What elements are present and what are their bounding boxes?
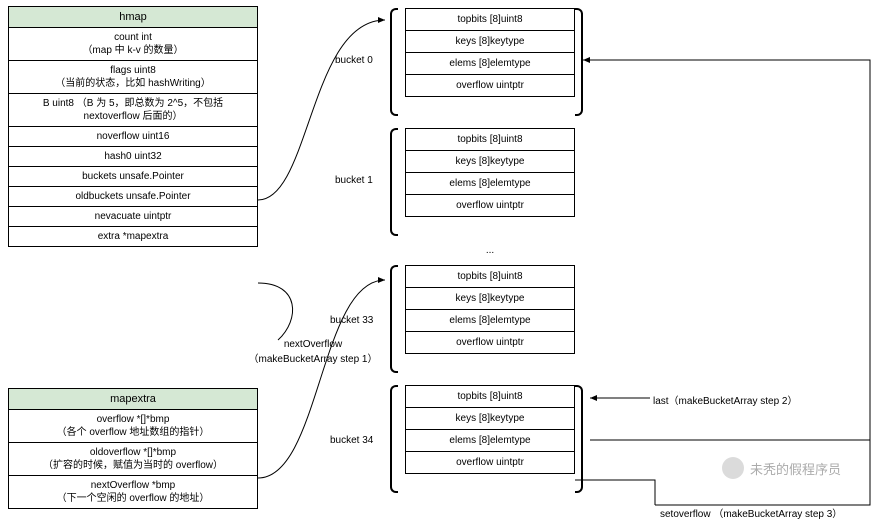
watermark: 未秃的假程序员	[722, 457, 841, 479]
hmap-row-b: B uint8 （B 为 5，即总数为 2^5，不包括 nextoverflow…	[9, 94, 257, 127]
b33-keys: keys [8]keytype	[405, 287, 575, 310]
hmap-row-hash0: hash0 uint32	[9, 147, 257, 167]
hmap-row-oldbuckets: oldbuckets unsafe.Pointer	[9, 187, 257, 207]
b1-keys: keys [8]keytype	[405, 150, 575, 173]
bucket-0: topbits [8]uint8 keys [8]keytype elems […	[405, 8, 575, 97]
hmap-struct: hmap count int（map 中 k-v 的数量） flags uint…	[8, 6, 258, 247]
b33-elems: elems [8]elemtype	[405, 309, 575, 332]
hmap-title: hmap	[9, 7, 257, 28]
watermark-icon	[722, 457, 744, 479]
b34-topbits: topbits [8]uint8	[405, 385, 575, 408]
mapextra-title: mapextra	[9, 389, 257, 410]
hmap-row-noverflow: noverflow uint16	[9, 127, 257, 147]
annotation-setoverflow: setoverflow （makeBucketArray step 3）	[660, 505, 842, 520]
watermark-text: 未秃的假程序员	[750, 459, 841, 478]
bracket-b34-r	[575, 385, 583, 493]
bracket-b0	[390, 8, 398, 116]
bucket-1-label: bucket 1	[335, 175, 373, 186]
b1-elems: elems [8]elemtype	[405, 172, 575, 195]
bucket-33-label: bucket 33	[330, 315, 373, 326]
dots: ...	[480, 245, 500, 256]
bucket-0-label: bucket 0	[335, 55, 373, 66]
bucket-34-label: bucket 34	[330, 435, 373, 446]
bucket-1: topbits [8]uint8 keys [8]keytype elems […	[405, 128, 575, 217]
hmap-row-buckets: buckets unsafe.Pointer	[9, 167, 257, 187]
bucket-33: topbits [8]uint8 keys [8]keytype elems […	[405, 265, 575, 354]
b33-overflow: overflow uintptr	[405, 331, 575, 354]
hmap-row-flags: flags uint8（当前的状态，比如 hashWriting）	[9, 61, 257, 94]
mapextra-row-oldoverflow: oldoverflow *[]*bmp（扩容的时候，赋值为当时的 overflo…	[9, 443, 257, 476]
bracket-b0-r	[575, 8, 583, 116]
b1-overflow: overflow uintptr	[405, 194, 575, 217]
b33-topbits: topbits [8]uint8	[405, 265, 575, 288]
hmap-row-count: count int（map 中 k-v 的数量）	[9, 28, 257, 61]
bucket-34: topbits [8]uint8 keys [8]keytype elems […	[405, 385, 575, 474]
hmap-row-nevacuate: nevacuate uintptr	[9, 207, 257, 227]
annotation-last: last（makeBucketArray step 2）	[653, 392, 798, 407]
mapextra-row-overflow: overflow *[]*bmp（各个 overflow 地址数组的指针）	[9, 410, 257, 443]
hmap-row-extra: extra *mapextra	[9, 227, 257, 246]
mapextra-row-nextoverflow: nextOverflow *bmp（下一个空闲的 overflow 的地址）	[9, 476, 257, 508]
b0-elems: elems [8]elemtype	[405, 52, 575, 75]
b0-overflow: overflow uintptr	[405, 74, 575, 97]
b0-keys: keys [8]keytype	[405, 30, 575, 53]
bracket-b1	[390, 128, 398, 236]
bracket-b34	[390, 385, 398, 493]
mapextra-struct: mapextra overflow *[]*bmp（各个 overflow 地址…	[8, 388, 258, 509]
b34-elems: elems [8]elemtype	[405, 429, 575, 452]
b34-overflow: overflow uintptr	[405, 451, 575, 474]
b0-topbits: topbits [8]uint8	[405, 8, 575, 31]
b1-topbits: topbits [8]uint8	[405, 128, 575, 151]
annotation-nextoverflow: nextOverflow（makeBucketArray step 1）	[233, 339, 393, 365]
b34-keys: keys [8]keytype	[405, 407, 575, 430]
